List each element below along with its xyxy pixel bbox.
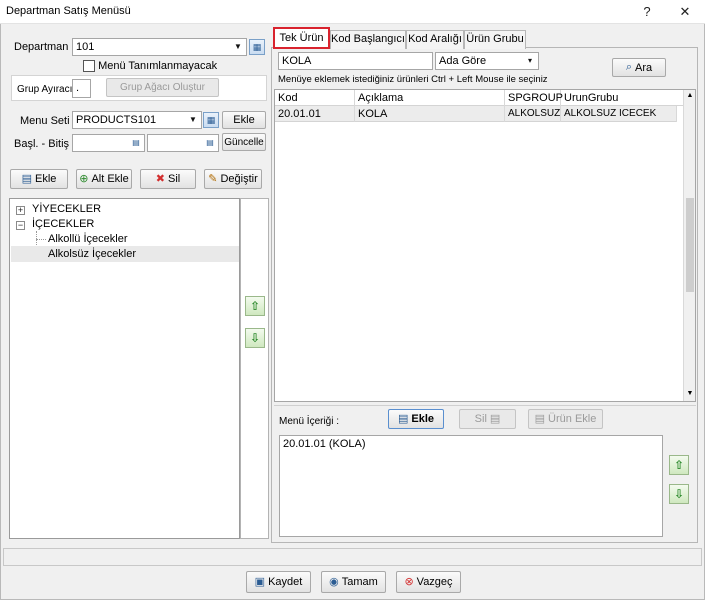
collapse-icon[interactable]: − bbox=[16, 221, 25, 230]
baslangic-date-input[interactable]: ▤ bbox=[72, 134, 145, 152]
grup-agaci-button[interactable]: Grup Ağacı Oluştur bbox=[106, 78, 219, 97]
add-node-icon: ▤ bbox=[21, 172, 32, 185]
menu-sil-button[interactable]: Sil ▤ bbox=[459, 409, 516, 429]
edit-icon: ✎ bbox=[208, 172, 218, 185]
tab-kod-baslangici[interactable]: Kod Başlangıcı bbox=[330, 30, 406, 49]
tree-node-alkolsuz[interactable]: Alkolsüz İçecekler bbox=[48, 248, 136, 260]
selection-hint: Menüye eklemek istediğiniz ürünleri Ctrl… bbox=[278, 74, 548, 85]
menu-ekle-button[interactable]: ▤ Ekle bbox=[388, 409, 444, 429]
urun-ekle-button[interactable]: ▤ Ürün Ekle bbox=[528, 409, 603, 429]
grid-scrollbar[interactable]: ▲ ▼ bbox=[683, 90, 695, 401]
column-header-aciklama[interactable]: Açıklama bbox=[355, 90, 505, 106]
tree-node-icecekler[interactable]: İÇECEKLER bbox=[32, 218, 94, 230]
menu-seti-value: PRODUCTS101 bbox=[76, 114, 157, 126]
column-header-spgroup[interactable]: SPGROUP bbox=[505, 90, 563, 106]
menu-tanim-label: Menü Tanımlanmayacak bbox=[98, 60, 218, 73]
calendar-icon[interactable]: ▤ bbox=[203, 136, 217, 150]
search-input[interactable]: KOLA bbox=[278, 52, 433, 70]
move-up-icon[interactable]: ⇧ bbox=[669, 455, 689, 475]
cell-kod: 20.01.01 bbox=[275, 106, 355, 122]
tree-node-yiyecekler[interactable]: YİYECEKLER bbox=[32, 203, 101, 215]
kaydet-button[interactable]: ▣ Kaydet bbox=[246, 571, 311, 593]
search-mode-combo[interactable]: Ada Göre ▾ bbox=[435, 52, 539, 70]
cell-aciklama: KOLA bbox=[355, 106, 505, 122]
add-item-icon: ▤ bbox=[397, 412, 409, 425]
grup-ayiraci-input[interactable]: . bbox=[72, 79, 91, 98]
table-row[interactable]: 20.01.01 KOLA ALKOLSUZ ALKOLSUZ ICECEK bbox=[275, 106, 677, 122]
chevron-down-icon[interactable]: ▼ bbox=[186, 113, 200, 127]
tree-order-panel: ⇧ ⇩ bbox=[240, 198, 269, 539]
cancel-icon: ⊗ bbox=[404, 575, 414, 588]
tree-node-alkollu[interactable]: Alkollü İçecekler bbox=[48, 233, 127, 245]
tree-degistir-button[interactable]: ✎ Değiştir bbox=[204, 169, 262, 189]
departman-combo[interactable]: 101 ▼ bbox=[72, 38, 247, 56]
menu-tanim-checkbox[interactable] bbox=[83, 60, 95, 73]
chevron-down-icon[interactable]: ▾ bbox=[523, 54, 537, 68]
scroll-thumb[interactable] bbox=[686, 198, 694, 292]
menu-seti-label: Menu Seti bbox=[20, 115, 70, 127]
remove-item-icon: ▤ bbox=[489, 412, 501, 425]
vazgec-button[interactable]: ⊗ Vazgeç bbox=[396, 571, 461, 593]
menu-seti-combo[interactable]: PRODUCTS101 ▼ bbox=[72, 111, 202, 129]
grup-ayiraci-label: Grup Ayıracı bbox=[17, 84, 73, 95]
tab-urun-grubu[interactable]: Ürün Grubu bbox=[464, 30, 526, 49]
tab-tek-urun[interactable]: Tek Ürün bbox=[273, 27, 330, 49]
move-down-icon[interactable]: ⇩ bbox=[669, 484, 689, 504]
save-icon: ▣ bbox=[254, 575, 266, 588]
lookup-icon[interactable]: ▦ bbox=[249, 39, 265, 55]
scroll-up-icon[interactable]: ▲ bbox=[685, 91, 695, 101]
product-add-icon: ▤ bbox=[534, 412, 546, 425]
basl-bitis-label: Başl. - Bitiş bbox=[14, 138, 70, 150]
search-mode-value: Ada Göre bbox=[439, 55, 487, 67]
tab-kod-araligi[interactable]: Kod Aralığı bbox=[406, 30, 464, 49]
search-icon: ⌕ bbox=[625, 61, 633, 73]
expand-icon[interactable]: + bbox=[16, 206, 25, 215]
list-item[interactable]: 20.01.01 (KOLA) bbox=[283, 438, 366, 450]
menu-content-list[interactable]: 20.01.01 (KOLA) bbox=[279, 435, 663, 537]
menu-seti-lookup-icon[interactable]: ▦ bbox=[203, 112, 219, 128]
move-up-icon[interactable]: ⇧ bbox=[245, 296, 265, 316]
tree-line bbox=[36, 239, 46, 240]
close-button[interactable]: ✕ bbox=[669, 0, 701, 24]
column-header-kod[interactable]: Kod bbox=[275, 90, 355, 106]
move-down-icon[interactable]: ⇩ bbox=[245, 328, 265, 348]
ara-button[interactable]: ⌕ Ara bbox=[612, 58, 666, 77]
departman-label: Departman bbox=[14, 41, 69, 53]
help-button[interactable]: ? bbox=[631, 0, 663, 24]
column-header-urungrubu[interactable]: UrunGrubu bbox=[561, 90, 683, 106]
cell-spgroup: ALKOLSUZ bbox=[505, 106, 561, 122]
window-title: Departman Satış Menüsü bbox=[6, 5, 131, 17]
add-child-icon: ⊕ bbox=[79, 172, 89, 185]
status-bar bbox=[3, 548, 702, 566]
menu-icerigi-label: Menü İçeriği : bbox=[279, 416, 340, 427]
tree-sil-button[interactable]: ✖ Sil bbox=[140, 169, 196, 189]
title-bar: Departman Satış Menüsü ? ✕ bbox=[0, 0, 705, 24]
tree-alt-ekle-button[interactable]: ⊕ Alt Ekle bbox=[76, 169, 132, 189]
departman-value: 101 bbox=[76, 41, 95, 53]
delete-icon: ✖ bbox=[155, 172, 165, 185]
cell-urungrubu: ALKOLSUZ ICECEK bbox=[561, 106, 677, 122]
product-grid[interactable]: Kod Açıklama SPGROUP UrunGrubu 20.01.01 … bbox=[274, 89, 696, 402]
tree-ekle-button[interactable]: ▤ Ekle bbox=[10, 169, 68, 189]
chevron-down-icon[interactable]: ▼ bbox=[231, 40, 245, 54]
menu-seti-ekle-button[interactable]: Ekle bbox=[222, 111, 266, 129]
ok-icon: ◉ bbox=[329, 575, 339, 588]
guncelle-button[interactable]: Güncelle bbox=[222, 133, 266, 151]
tamam-button[interactable]: ◉ Tamam bbox=[321, 571, 386, 593]
menu-tanim-checkbox-row[interactable]: Menü Tanımlanmayacak bbox=[83, 60, 218, 73]
menu-tree[interactable]: + YİYECEKLER − İÇECEKLER Alkollü İçecekl… bbox=[9, 198, 240, 539]
calendar-icon[interactable]: ▤ bbox=[129, 136, 143, 150]
scroll-down-icon[interactable]: ▼ bbox=[685, 389, 695, 399]
grid-header: Kod Açıklama SPGROUP UrunGrubu bbox=[275, 90, 683, 106]
bitis-date-input[interactable]: ▤ bbox=[147, 134, 219, 152]
divider bbox=[274, 405, 696, 406]
